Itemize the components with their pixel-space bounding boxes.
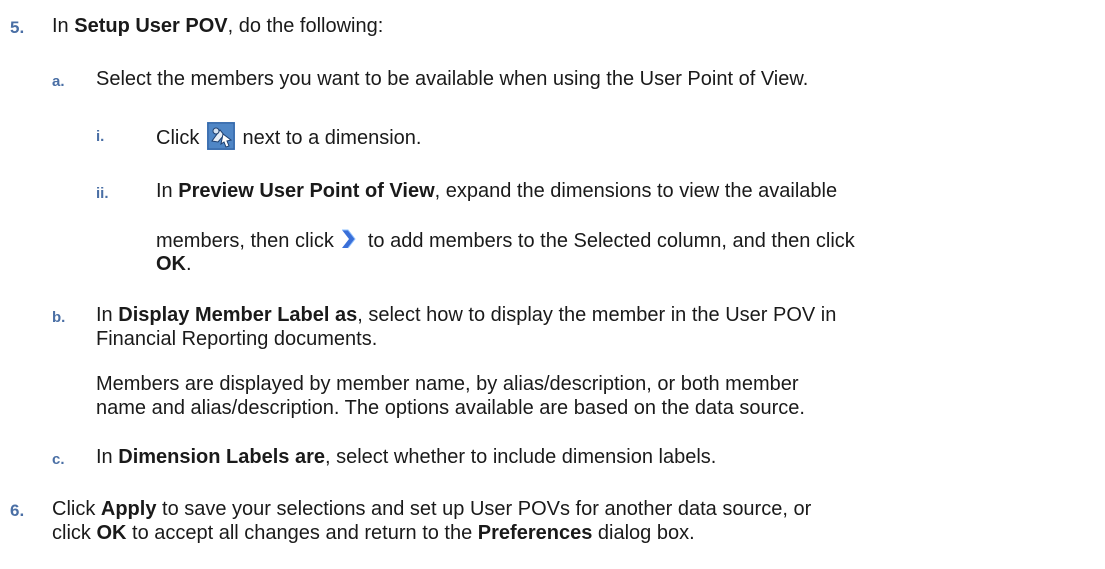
substep-text: In Preview User Point of View, expand th…: [156, 180, 838, 202]
member-selection-icon: [206, 122, 235, 150]
substep-roman: ii.: [96, 185, 109, 202]
substep-letter: a.: [52, 73, 65, 90]
step-number: 5.: [10, 18, 25, 37]
step-text: click OK to accept all changes and retur…: [52, 522, 695, 544]
substep-letter: b.: [52, 309, 66, 326]
step-number: 6.: [10, 501, 25, 520]
substep-text: In Display Member Label as, select how t…: [96, 304, 837, 326]
paragraph-text: Members are displayed by member name, by…: [96, 373, 799, 395]
substep-text: Financial Reporting documents.: [96, 328, 378, 350]
substep-text: OK.: [156, 253, 192, 275]
substep-letter: c.: [52, 451, 65, 468]
substep-text: In Dimension Labels are, select whether …: [96, 446, 717, 468]
paragraph-text: name and alias/description. The options …: [96, 397, 805, 419]
step-text: In Setup User POV, do the following:: [52, 15, 384, 37]
substep-text: Click next to a dimension.: [156, 122, 421, 150]
step-text: Click Apply to save your selections and …: [52, 498, 812, 520]
chevron-right-icon: [341, 229, 356, 249]
substep-text: members, then click to add members to th…: [156, 229, 855, 252]
substep-roman: i.: [96, 128, 105, 145]
substep-text: Select the members you want to be availa…: [96, 68, 809, 90]
